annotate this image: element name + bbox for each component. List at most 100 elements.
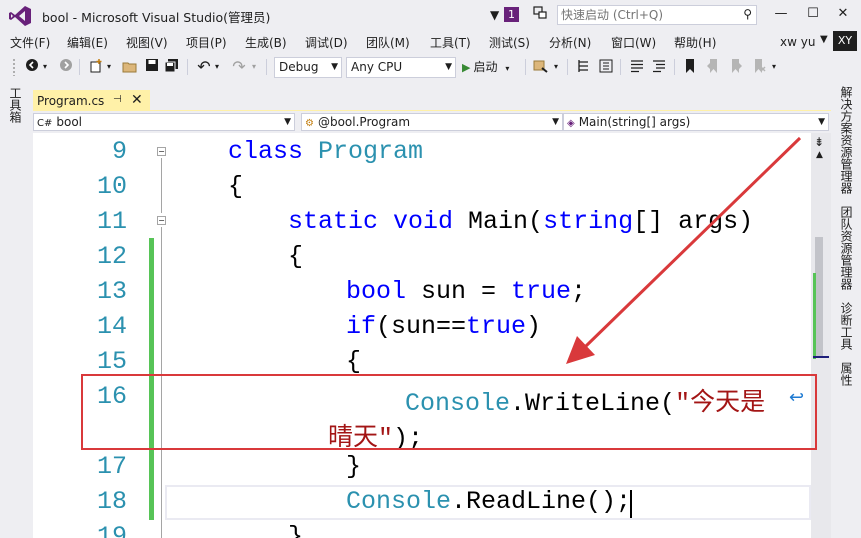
menu-window[interactable]: 窗口(W) (611, 34, 656, 51)
menu-help[interactable]: 帮助(H) (674, 34, 716, 51)
code-line[interactable]: { (228, 172, 243, 201)
code-token: ) (526, 312, 542, 341)
menu-edit[interactable]: 编辑(E) (67, 34, 108, 51)
collapse-class-icon[interactable]: − (157, 147, 166, 156)
menu-view[interactable]: 视图(V) (126, 34, 168, 51)
menu-build[interactable]: 生成(B) (245, 34, 287, 51)
split-window-icon[interactable]: ⇟ (814, 135, 824, 149)
step-into-icon[interactable] (575, 58, 593, 76)
toolbar-grip[interactable] (12, 58, 16, 76)
save-icon[interactable] (143, 58, 161, 76)
bookmark-icon[interactable] (681, 58, 699, 76)
code-token: void (393, 207, 469, 236)
user-caret-icon[interactable]: ▼ (820, 34, 828, 45)
browser-link-dropdown-icon[interactable]: ▾ (552, 58, 560, 76)
new-dropdown-icon[interactable]: ▾ (105, 58, 113, 76)
document-tab-program-cs[interactable]: Program.cs ⊣ ✕ (33, 90, 150, 112)
pin-icon[interactable]: ⊣ (113, 94, 122, 105)
type-select[interactable]: ⚙ @bool.Program ▼ (301, 113, 563, 131)
next-bookmark-icon[interactable] (727, 58, 745, 76)
menu-bar: 文件(F) 编辑(E) 视图(V) 项目(P) 生成(B) 调试(D) 团队(M… (0, 31, 861, 53)
save-all-icon[interactable] (163, 58, 181, 76)
project-select-value: bool (56, 115, 83, 129)
menu-debug[interactable]: 调试(D) (305, 34, 348, 51)
notifications-button[interactable]: ▼ 1 (490, 6, 520, 24)
code-line[interactable]: } (346, 452, 361, 481)
open-file-icon[interactable] (121, 58, 139, 76)
undo-dropdown-icon[interactable]: ▾ (213, 58, 221, 76)
toolbar-overflow-icon[interactable]: ▾ (770, 58, 778, 76)
close-icon[interactable]: ✕ (131, 92, 143, 108)
menu-project[interactable]: 项目(P) (186, 34, 227, 51)
menu-test[interactable]: 测试(S) (489, 34, 530, 51)
member-select[interactable]: ◈ Main(string[] args) ▼ (563, 113, 829, 131)
minimize-button[interactable]: — (768, 4, 794, 26)
code-line[interactable]: bool sun = true; (346, 277, 586, 306)
previous-bookmark-icon[interactable] (704, 58, 722, 76)
code-line[interactable]: class Program (228, 137, 423, 166)
new-project-icon[interactable] (87, 58, 105, 76)
code-line[interactable]: { (288, 242, 303, 271)
collapse-method-icon[interactable]: − (157, 216, 166, 225)
code-line[interactable]: } (288, 522, 303, 538)
navigate-back-icon[interactable] (24, 58, 40, 76)
code-editor[interactable]: − − 9 10 11 12 13 14 15 16 17 18 19 class Program{… (33, 133, 811, 538)
uncomment-icon[interactable] (650, 58, 668, 76)
properties-tab[interactable]: 属性 (838, 362, 855, 386)
code-token: [] args) (633, 207, 754, 236)
toolbar-separator (567, 59, 568, 75)
toolbar-separator (620, 59, 621, 75)
visual-studio-window: bool - Microsoft Visual Studio(管理员) ▼ 1 … (0, 0, 861, 538)
comment-icon[interactable] (628, 58, 646, 76)
member-select-value: Main(string[] args) (578, 115, 691, 129)
notification-count-badge: 1 (504, 7, 519, 22)
code-line[interactable]: static void Main(string[] args) (288, 207, 753, 236)
user-name[interactable]: xw yu (780, 35, 815, 49)
toggle-view-icon[interactable] (597, 58, 615, 76)
browser-link-icon[interactable] (532, 58, 550, 76)
code-token: Program (318, 137, 424, 166)
clear-bookmarks-icon[interactable] (750, 58, 768, 76)
maximize-button[interactable]: ☐ (800, 4, 826, 26)
user-avatar[interactable]: XY (833, 31, 857, 51)
code-token: } (346, 452, 362, 481)
left-tool-window-rail: 工具箱 (0, 84, 31, 538)
quick-launch-input[interactable] (561, 7, 731, 23)
solution-configuration-select[interactable]: Debug ▼ (274, 57, 342, 78)
code-line[interactable]: if(sun==true) (346, 312, 541, 341)
solution-explorer-tab[interactable]: 解决方案资源管理器 (838, 86, 855, 194)
close-window-button[interactable]: ✕ (830, 4, 856, 26)
undo-icon[interactable]: ↶ (195, 58, 213, 76)
start-dropdown-icon[interactable]: ▾ (505, 64, 509, 73)
feedback-icon[interactable] (532, 5, 548, 23)
vertical-scrollbar[interactable]: ⇟ ▲ (811, 133, 831, 538)
toolbar-separator (266, 59, 267, 75)
menu-tools[interactable]: 工具(T) (430, 34, 471, 51)
toolbar-separator (674, 59, 675, 75)
toolbar-separator (525, 59, 526, 75)
start-debugging-button[interactable]: ▶ 启动 ▾ (462, 58, 509, 76)
menu-analyze[interactable]: 分析(N) (549, 34, 591, 51)
annotation-highlight-box (81, 374, 817, 450)
team-explorer-tab[interactable]: 团队资源管理器 (838, 206, 855, 290)
redo-dropdown-icon[interactable]: ▾ (250, 58, 258, 76)
back-dropdown-icon[interactable]: ▾ (41, 58, 49, 76)
menu-team[interactable]: 团队(M) (366, 34, 410, 51)
diagnostic-tools-tab[interactable]: 诊断工具 (838, 302, 855, 350)
solution-platform-select[interactable]: Any CPU ▼ (346, 57, 456, 78)
project-select[interactable]: C# bool ▼ (33, 113, 295, 131)
redo-icon[interactable]: ↷ (230, 58, 248, 76)
caret-position-marker (813, 356, 829, 358)
navigation-bar: C# bool ▼ ⚙ @bool.Program ▼ ◈ Main(string[]… (31, 111, 831, 133)
scrollbar-thumb[interactable] (815, 237, 823, 357)
code-token: static (288, 207, 394, 236)
toolbox-tab[interactable]: 工具箱 (7, 87, 24, 123)
text-cursor (630, 490, 632, 518)
code-line[interactable]: Console.ReadLine(); (346, 487, 631, 516)
code-line[interactable]: { (346, 347, 361, 376)
scroll-up-icon[interactable]: ▲ (816, 150, 823, 160)
menu-file[interactable]: 文件(F) (10, 34, 50, 51)
quick-launch-box[interactable]: ⚲ (557, 5, 757, 25)
navigate-forward-icon[interactable] (58, 58, 74, 76)
search-icon[interactable]: ⚲ (743, 7, 752, 21)
